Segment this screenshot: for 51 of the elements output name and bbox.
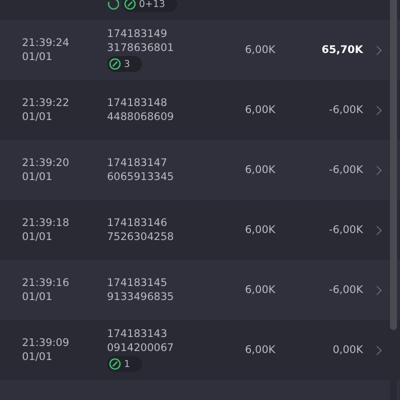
date-text: 01/01 (22, 110, 54, 124)
badge-count: 3 (124, 58, 130, 70)
chevron-right-icon (375, 224, 382, 236)
compass-icon (109, 58, 121, 70)
result-amount: 65,70K (322, 44, 363, 56)
stake-amount: 6,00K (245, 104, 276, 116)
stake-amount: 6,00K (245, 164, 276, 176)
time-text: 21:39:24 (22, 36, 70, 50)
bet-id: 0914200067 (107, 342, 175, 355)
result-amount: -6,00K (328, 104, 363, 116)
chevron-right-icon (375, 164, 382, 176)
result-amount: -6,00K (328, 284, 363, 296)
date-text: 01/01 (22, 230, 54, 244)
bet-row[interactable]: 21:39:24 01/01 174183149 3178636801 3 6,00K 65,70K (0, 20, 400, 80)
result-amount: -6,00K (328, 164, 363, 176)
chevron-right-icon (375, 284, 382, 296)
date-text: 01/01 (22, 350, 54, 364)
bet-id: 4488068609 (107, 110, 175, 124)
compass-icon (109, 358, 121, 370)
round-id: 174183145 (107, 276, 168, 290)
compass-icon (124, 0, 136, 10)
date-text: 01/01 (22, 290, 54, 304)
chevron-right-icon (375, 104, 382, 116)
time-text: 21:39:20 (22, 156, 70, 170)
bet-id: 7526304258 (107, 230, 175, 244)
stake-amount: 6,00K (245, 224, 276, 236)
bet-row[interactable]: 21:39:16 01/01 174183145 9133496835 6,00K -6,00K (0, 260, 400, 320)
stake-amount: 6,00K (245, 284, 276, 296)
round-id: 174183147 (107, 156, 168, 170)
chevron-right-icon (375, 344, 382, 356)
bet-id: 3178636801 (107, 42, 175, 55)
round-id: 174183148 (107, 96, 168, 110)
time-text: 21:39:09 (22, 336, 70, 350)
stake-amount: 6,00K (245, 344, 276, 356)
result-amount: 0,00K (332, 344, 363, 356)
date-text: 01/01 (22, 50, 54, 64)
scrollbar-thumb[interactable] (390, 0, 397, 330)
chevron-right-icon (375, 44, 382, 56)
time-text: 21:39:16 (22, 276, 70, 290)
result-amount: -6,00K (328, 224, 363, 236)
round-id: 174183146 (107, 216, 168, 230)
bet-id: 9133496835 (107, 290, 175, 304)
badge-count: 1 (124, 358, 130, 370)
bet-row[interactable]: 21:39:20 01/01 174183147 6065913345 6,00K -6,00K (0, 140, 400, 200)
bet-id: 6065913345 (107, 170, 175, 184)
date-text: 01/01 (22, 170, 54, 184)
round-id: 174183143 (107, 328, 168, 341)
round-id: 174183149 (107, 28, 168, 41)
time-text: 21:39:18 (22, 216, 70, 230)
stake-amount: 6,00K (245, 44, 276, 56)
time-text: 21:39:22 (22, 96, 70, 110)
